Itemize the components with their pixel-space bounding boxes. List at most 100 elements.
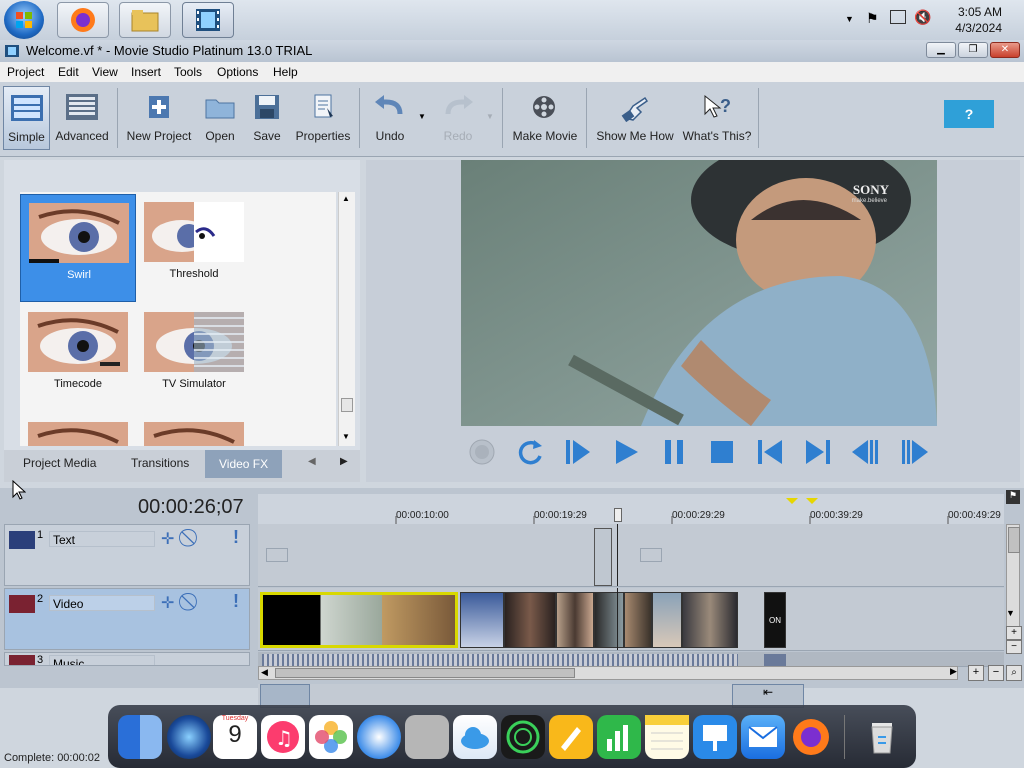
taskbar-explorer[interactable]: [119, 2, 171, 38]
menu-view[interactable]: View: [92, 65, 118, 79]
minimize-button[interactable]: ▁: [926, 42, 956, 58]
scroll-right-arrow[interactable]: ▶: [950, 666, 957, 677]
redo-button[interactable]: Redo: [434, 86, 482, 150]
fx-item-tv-simulator[interactable]: TV Simulator: [136, 304, 252, 412]
find-my-icon[interactable]: [501, 715, 545, 759]
zoom-tool-icon[interactable]: ⌕: [1006, 665, 1022, 681]
record-icon[interactable]: [466, 436, 498, 468]
video-clip-end[interactable]: ON: [764, 592, 786, 648]
tab-project-media[interactable]: Project Media: [23, 456, 96, 470]
taskbar-firefox[interactable]: [57, 2, 109, 38]
track-body-video[interactable]: ON: [258, 588, 1004, 651]
menu-help[interactable]: Help: [273, 65, 298, 79]
menu-tools[interactable]: Tools: [174, 65, 202, 79]
help-bubble-button[interactable]: ?: [944, 100, 994, 128]
play-from-start-icon[interactable]: [562, 436, 594, 468]
track-name[interactable]: Video: [49, 595, 155, 611]
numbers-icon[interactable]: [597, 715, 641, 759]
make-movie-button[interactable]: Make Movie: [509, 86, 581, 150]
fx-item-partial[interactable]: [20, 414, 136, 446]
mail-icon[interactable]: [741, 715, 785, 759]
go-to-start-icon[interactable]: [754, 436, 786, 468]
undo-button[interactable]: Undo: [366, 86, 414, 150]
scroll-down-arrow[interactable]: ▼: [1006, 608, 1015, 618]
video-clip[interactable]: [556, 592, 594, 648]
network-icon[interactable]: [890, 10, 906, 24]
track-motion-icon[interactable]: ✛: [161, 529, 174, 549]
whats-this-button[interactable]: ? What's This?: [681, 86, 753, 150]
simple-view-button[interactable]: Simple: [3, 86, 50, 150]
video-preview[interactable]: SONY make.believe: [461, 160, 937, 426]
notes-icon[interactable]: [645, 715, 689, 759]
track-height-minus[interactable]: −: [1006, 640, 1022, 654]
next-frame-icon[interactable]: [898, 436, 930, 468]
scroll-down-arrow[interactable]: ▼: [342, 432, 350, 441]
timeline-ruler[interactable]: 00:00:10:00 00:00:19:29 00:00:29:29 00:0…: [258, 494, 1004, 525]
start-button[interactable]: [4, 1, 44, 39]
video-clip[interactable]: [624, 592, 652, 648]
video-clip[interactable]: [652, 592, 682, 648]
video-clip[interactable]: [682, 592, 738, 648]
photos-icon[interactable]: [309, 715, 353, 759]
scroll-thumb[interactable]: [341, 398, 353, 412]
play-icon[interactable]: [610, 436, 642, 468]
video-clip[interactable]: [504, 592, 556, 648]
flag-icon[interactable]: ⚑: [866, 10, 879, 27]
pages-icon[interactable]: [549, 715, 593, 759]
firefox-dock-icon[interactable]: [789, 715, 833, 759]
properties-button[interactable]: Properties: [293, 86, 353, 150]
video-clip-selected[interactable]: [260, 592, 458, 648]
music-icon[interactable]: ♫: [261, 715, 305, 759]
fx-item-partial[interactable]: [136, 414, 252, 446]
tab-scroll-left[interactable]: ◀: [308, 456, 316, 467]
video-clip[interactable]: [460, 592, 504, 648]
text-clip[interactable]: [594, 528, 612, 586]
track-name[interactable]: Music: [49, 655, 155, 665]
menu-edit[interactable]: Edit: [58, 65, 79, 79]
restore-button[interactable]: ❐: [958, 42, 988, 58]
track-height-plus[interactable]: +: [1006, 626, 1022, 640]
scroll-left-arrow[interactable]: ◀: [261, 667, 268, 678]
v-scroll-thumb[interactable]: [1008, 527, 1020, 553]
tray-expand-icon[interactable]: ▼: [845, 14, 854, 24]
go-to-end-icon[interactable]: [802, 436, 834, 468]
safari-icon[interactable]: [357, 715, 401, 759]
redo-dropdown-arrow[interactable]: ▼: [486, 112, 494, 121]
timeline-horizontal-scrollbar[interactable]: ◀: [258, 666, 958, 680]
zoom-out-button[interactable]: −: [988, 665, 1004, 681]
tab-video-fx[interactable]: Video FX: [205, 450, 283, 478]
playhead-handle[interactable]: [614, 508, 622, 522]
menu-options[interactable]: Options: [217, 65, 258, 79]
solo-icon[interactable]: !: [233, 527, 239, 548]
pause-icon[interactable]: [658, 436, 690, 468]
fx-item-threshold[interactable]: Threshold: [136, 194, 252, 302]
stop-icon[interactable]: [706, 436, 738, 468]
tab-transitions[interactable]: Transitions: [131, 456, 189, 470]
fx-scrollbar[interactable]: ▲ ▼: [338, 192, 355, 446]
track-header-video[interactable]: 2 Video ✛ ⃠ !: [4, 588, 250, 650]
tab-scroll-right[interactable]: ▶: [340, 456, 348, 467]
menu-project[interactable]: Project: [7, 65, 44, 79]
fx-item-swirl[interactable]: Swirl: [20, 194, 136, 302]
h-scroll-thumb[interactable]: [275, 668, 575, 678]
video-clip[interactable]: [594, 592, 624, 648]
previous-frame-icon[interactable]: [850, 436, 882, 468]
marker-icon[interactable]: ⚑: [1006, 490, 1020, 504]
track-motion-icon[interactable]: ✛: [161, 593, 174, 613]
system-clock[interactable]: 3:05 AM 4/3/2024: [955, 4, 1002, 36]
loop-icon[interactable]: [514, 436, 546, 468]
trash-icon[interactable]: [860, 715, 904, 759]
fx-item-timecode[interactable]: Timecode: [20, 304, 136, 412]
calendar-icon[interactable]: Tuesday 9: [213, 715, 257, 759]
menu-insert[interactable]: Insert: [131, 65, 161, 79]
contacts-icon[interactable]: [405, 715, 449, 759]
keynote-icon[interactable]: [693, 715, 737, 759]
close-button[interactable]: ✕: [990, 42, 1020, 58]
track-body-text[interactable]: [258, 524, 1004, 587]
advanced-view-button[interactable]: Advanced: [52, 86, 112, 150]
solo-icon[interactable]: !: [233, 591, 239, 612]
scroll-up-arrow[interactable]: ▲: [342, 194, 350, 203]
track-header-music[interactable]: 3 Music: [4, 652, 250, 666]
undo-dropdown-arrow[interactable]: ▼: [418, 112, 426, 121]
track-body-music[interactable]: [258, 652, 1004, 667]
